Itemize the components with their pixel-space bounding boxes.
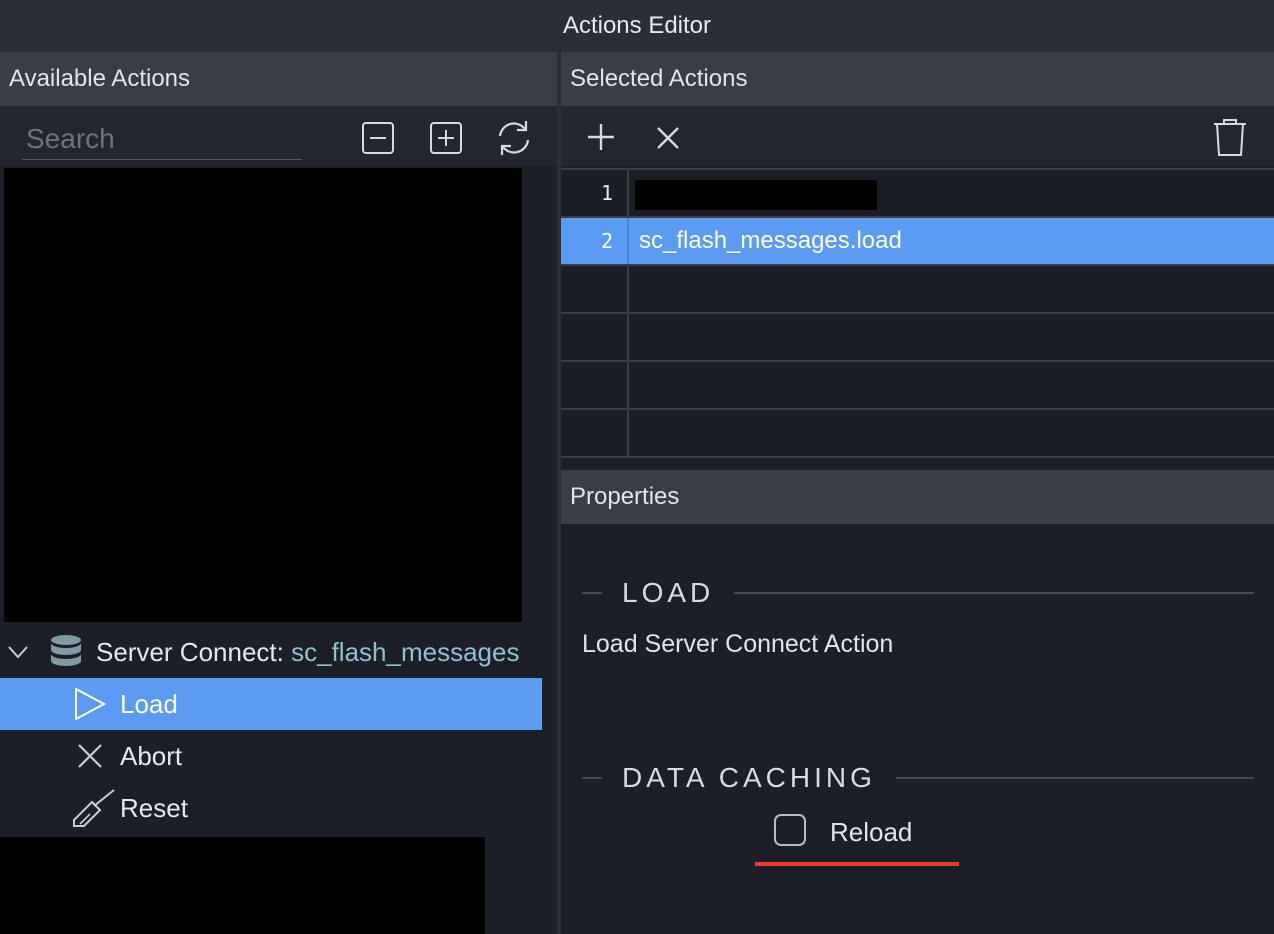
group-type-label: Server Connect: xyxy=(96,636,284,667)
tree-group-server-connect[interactable]: Server Connect: sc_flash_messages xyxy=(0,626,557,678)
trash-icon xyxy=(1214,119,1246,156)
tree-group-label: Server Connect: sc_flash_messages xyxy=(96,637,519,668)
empty-row xyxy=(561,410,1274,458)
reload-focus-underline xyxy=(755,862,959,866)
plus-icon xyxy=(588,124,614,150)
section-line xyxy=(734,592,1254,594)
redacted-action xyxy=(635,180,877,210)
collapse-all-button[interactable] xyxy=(358,118,398,158)
section-load: LOAD xyxy=(582,572,1254,614)
selected-actions-header: Selected Actions xyxy=(561,52,1274,106)
row-number-empty xyxy=(561,314,629,360)
empty-row xyxy=(561,362,1274,410)
tree-item-label: Load xyxy=(120,688,178,719)
minus-square-icon xyxy=(362,122,394,154)
available-actions-title: Available Actions xyxy=(9,65,191,92)
section-caching-title: DATA CACHING xyxy=(622,762,876,793)
group-name: sc_flash_messages xyxy=(291,636,520,667)
database-icon xyxy=(50,634,82,675)
section-data-caching: DATA CACHING xyxy=(582,757,1254,799)
remove-action-button[interactable] xyxy=(650,120,686,156)
section-line xyxy=(582,777,602,779)
broom-icon xyxy=(70,788,116,833)
plus-square-icon xyxy=(430,122,462,154)
row-number: 2 xyxy=(561,218,629,264)
section-load-title: LOAD xyxy=(622,577,715,608)
row-number: 1 xyxy=(561,170,629,216)
close-icon xyxy=(657,127,679,149)
tree-item-abort[interactable]: Abort xyxy=(0,730,542,782)
tree-item-reset[interactable]: Reset xyxy=(0,782,542,834)
refresh-button[interactable] xyxy=(492,116,536,160)
row-number-empty xyxy=(561,266,629,312)
window-title-text: Actions Editor xyxy=(562,12,712,39)
reload-checkbox[interactable] xyxy=(774,814,806,846)
section-line xyxy=(895,777,1254,779)
tree-item-label: Abort xyxy=(120,740,183,771)
refresh-icon xyxy=(498,121,530,155)
window-title: Actions Editor xyxy=(0,0,1274,52)
close-icon xyxy=(76,742,104,775)
play-icon xyxy=(72,686,108,727)
redacted-bottom-area xyxy=(0,837,485,934)
row-number-empty xyxy=(561,362,629,408)
available-actions-header: Available Actions xyxy=(0,52,557,106)
delete-all-button[interactable] xyxy=(1210,116,1250,158)
action-description: Load Server Connect Action xyxy=(582,630,894,658)
add-action-button[interactable] xyxy=(582,118,620,156)
properties-header: Properties xyxy=(561,470,1274,524)
reload-label[interactable]: Reload xyxy=(830,817,912,848)
action-row-2[interactable]: 2 sc_flash_messages.load xyxy=(561,218,1274,266)
selected-actions-grid: 1 2 sc_flash_messages.load xyxy=(561,168,1274,468)
action-value: sc_flash_messages.load xyxy=(639,227,902,254)
redacted-tree-area xyxy=(4,168,522,622)
properties-title: Properties xyxy=(570,483,680,510)
chevron-down-icon[interactable] xyxy=(6,640,30,669)
empty-row xyxy=(561,314,1274,362)
expand-all-button[interactable] xyxy=(426,118,466,158)
empty-row xyxy=(561,266,1274,314)
section-line xyxy=(582,592,602,594)
action-row-1[interactable]: 1 xyxy=(561,170,1274,218)
search-input[interactable] xyxy=(22,118,302,160)
row-number-empty xyxy=(561,410,629,456)
tree-item-label: Reset xyxy=(120,792,188,823)
selected-actions-title: Selected Actions xyxy=(570,65,748,92)
tree-item-load[interactable]: Load xyxy=(0,678,542,730)
